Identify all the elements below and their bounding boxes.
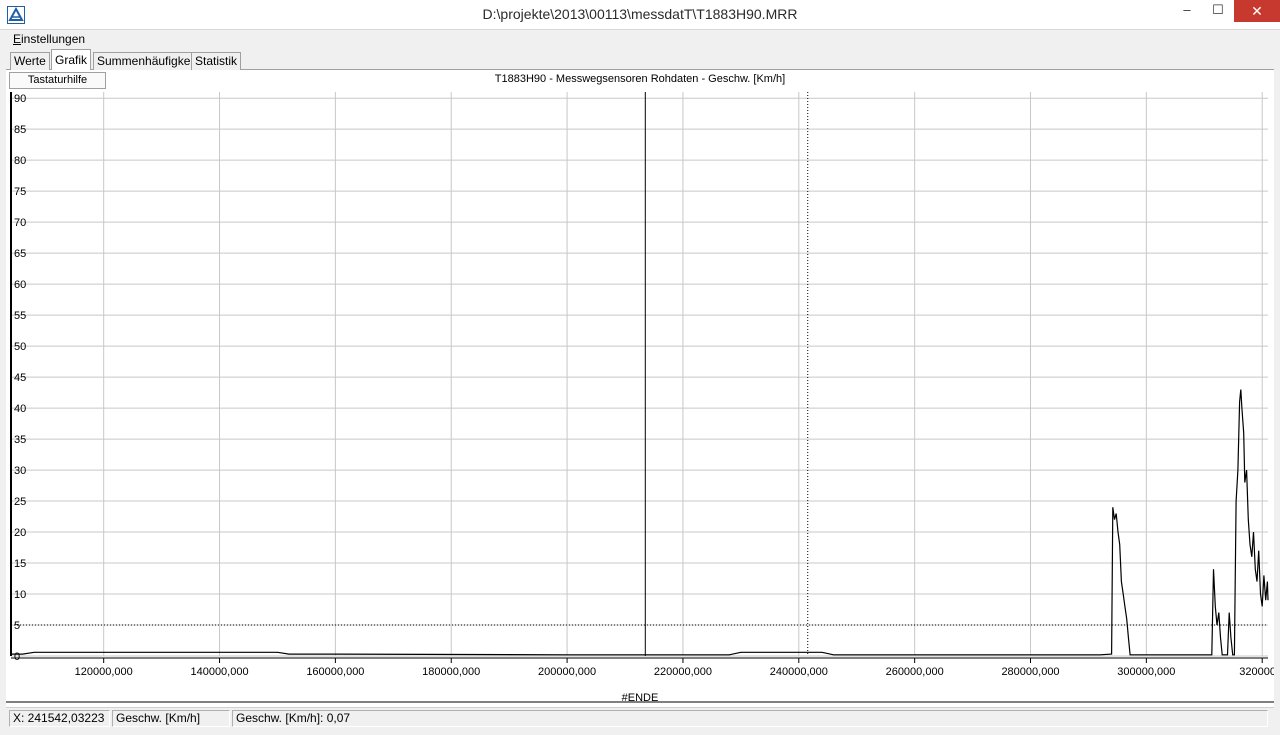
window-title: D:\projekte\2013\00113\messdatT\T1883H90… [482, 6, 798, 22]
menu-bar: Einstellungen [6, 30, 1274, 49]
y-tick-label: 55 [14, 310, 26, 322]
status-x-readout: X: 241542,03223 [9, 710, 110, 727]
close-button[interactable]: ✕ [1234, 0, 1280, 22]
speed-series-line [11, 389, 1269, 656]
x-tick-label: 140000,000 [190, 666, 248, 678]
menu-einstellungen-label: instellungen [21, 32, 86, 46]
tab-werte[interactable]: Werte [10, 52, 50, 70]
ende-label: #ENDE [621, 692, 659, 704]
menu-einstellungen[interactable]: Einstellungen [13, 32, 85, 46]
tab-summenhaeufigkeit[interactable]: Summenhäufigkeit [93, 52, 201, 70]
window-frame-right [1274, 30, 1280, 735]
status-channel: Geschw. [Km/h] [112, 710, 230, 727]
chart-title: T1883H90 - Messwegsensoren Rohdaten - Ge… [494, 73, 786, 85]
x-tick-label: 300000,000 [1117, 666, 1175, 678]
y-tick-label: 40 [14, 403, 26, 415]
y-tick-label: 15 [14, 558, 26, 570]
minimize-button[interactable]: ‒ [1172, 0, 1202, 22]
y-tick-label: 25 [14, 496, 26, 508]
x-tick-label: 260000,000 [886, 666, 944, 678]
x-tick-label: 200000,000 [538, 666, 596, 678]
x-tick-label: 280000,000 [1001, 666, 1059, 678]
tab-grafik[interactable]: Grafik [51, 49, 92, 71]
y-tick-label: 60 [14, 279, 26, 291]
y-tick-label: 90 [14, 93, 26, 105]
y-tick-label: 85 [14, 124, 26, 136]
y-tick-label: 5 [14, 620, 20, 632]
x-tick-label: 320000,0 [1239, 666, 1274, 678]
y-tick-label: 30 [14, 465, 26, 477]
maximize-button[interactable]: ☐ [1203, 0, 1233, 22]
menu-einstellungen-mnemonic: E [13, 32, 22, 46]
x-tick-label: 160000,000 [306, 666, 364, 678]
chart-panel[interactable]: 0 5 10 15 20 25 30 35 40 45 50 55 60 65 70 75 80 85 90 1200… [6, 70, 1274, 707]
tab-statistik[interactable]: Statistik [191, 52, 242, 70]
y-tick-label: 0 [14, 651, 20, 663]
window-frame-bottom [0, 727, 1280, 735]
y-tick-label: 80 [14, 155, 26, 167]
y-tick-label: 65 [14, 248, 26, 260]
x-tick-label: 180000,000 [422, 666, 480, 678]
y-tick-label: 50 [14, 341, 26, 353]
speed-chart[interactable]: 0 5 10 15 20 25 30 35 40 45 50 55 60 65 70 75 80 85 90 1200… [6, 70, 1274, 707]
y-tick-label: 75 [14, 186, 26, 198]
x-tick-label: 240000,000 [770, 666, 828, 678]
y-tick-label: 20 [14, 527, 26, 539]
y-tick-label: 35 [14, 434, 26, 446]
title-bar: D:\projekte\2013\00113\messdatT\T1883H90… [0, 0, 1280, 30]
y-tick-label: 70 [14, 217, 26, 229]
x-tick-label: 220000,000 [654, 666, 712, 678]
status-bar: X: 241542,03223 Geschw. [Km/h] Geschw. [… [6, 707, 1274, 727]
y-tick-label: 10 [14, 589, 26, 601]
tab-strip: Werte Grafik Summenhäufigkeit Statistik [6, 49, 1274, 71]
status-value: Geschw. [Km/h]: 0,07 [232, 710, 1268, 727]
x-tick-label: 120000,000 [75, 666, 133, 678]
y-tick-label: 45 [14, 372, 26, 384]
